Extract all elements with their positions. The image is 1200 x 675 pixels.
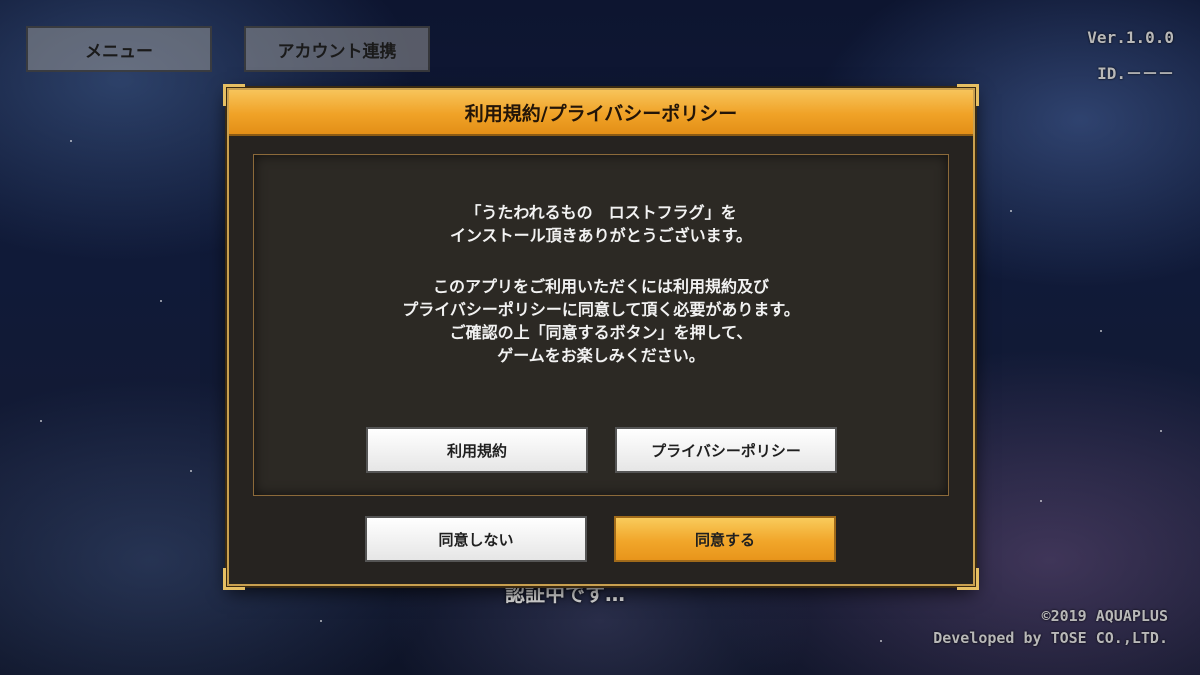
message-line: インストール頂きありがとうございます。 xyxy=(449,226,753,245)
privacy-policy-button[interactable]: プライバシーポリシー xyxy=(615,427,837,473)
agree-button[interactable]: 同意する xyxy=(614,516,836,562)
dialog-message-panel: 「うたわれるもの ロストフラグ」を インストール頂きありがとうございます。 この… xyxy=(253,154,949,496)
message-line: ご確認の上「同意するボタン」を押して、 xyxy=(449,323,753,342)
menu-button[interactable]: メニュー xyxy=(26,26,212,72)
user-id-label: ID.－－－ xyxy=(1097,64,1174,83)
developer-credit: Developed by TOSE CO.,LTD. xyxy=(933,629,1168,647)
message-line: ゲームをお楽しみください。 xyxy=(497,346,705,365)
copyright-text: ©2019 AQUAPLUS xyxy=(1041,607,1168,625)
thank-you-message: 「うたわれるもの ロストフラグ」を インストール頂きありがとうございます。 xyxy=(254,201,948,247)
message-line: このアプリをご利用いただくには利用規約及び xyxy=(432,277,769,296)
terms-dialog: 利用規約/プライバシーポリシー 「うたわれるもの ロストフラグ」を インストール… xyxy=(223,84,979,590)
frame-corner-ornament-icon xyxy=(223,84,245,106)
frame-corner-ornament-icon xyxy=(223,568,245,590)
account-link-button[interactable]: アカウント連携 xyxy=(244,26,430,72)
disagree-button[interactable]: 同意しない xyxy=(365,516,587,562)
terms-of-service-button[interactable]: 利用規約 xyxy=(366,427,588,473)
message-line: 「うたわれるもの ロストフラグ」を xyxy=(465,203,737,222)
frame-corner-ornament-icon xyxy=(957,84,979,106)
version-label: Ver.1.0.0 xyxy=(1087,28,1174,47)
message-line: プライバシーポリシーに同意して頂く必要があります。 xyxy=(402,300,800,319)
consent-message: このアプリをご利用いただくには利用規約及び プライバシーポリシーに同意して頂く必… xyxy=(254,275,948,367)
dialog-title: 利用規約/プライバシーポリシー xyxy=(229,90,973,136)
frame-corner-ornament-icon xyxy=(957,568,979,590)
